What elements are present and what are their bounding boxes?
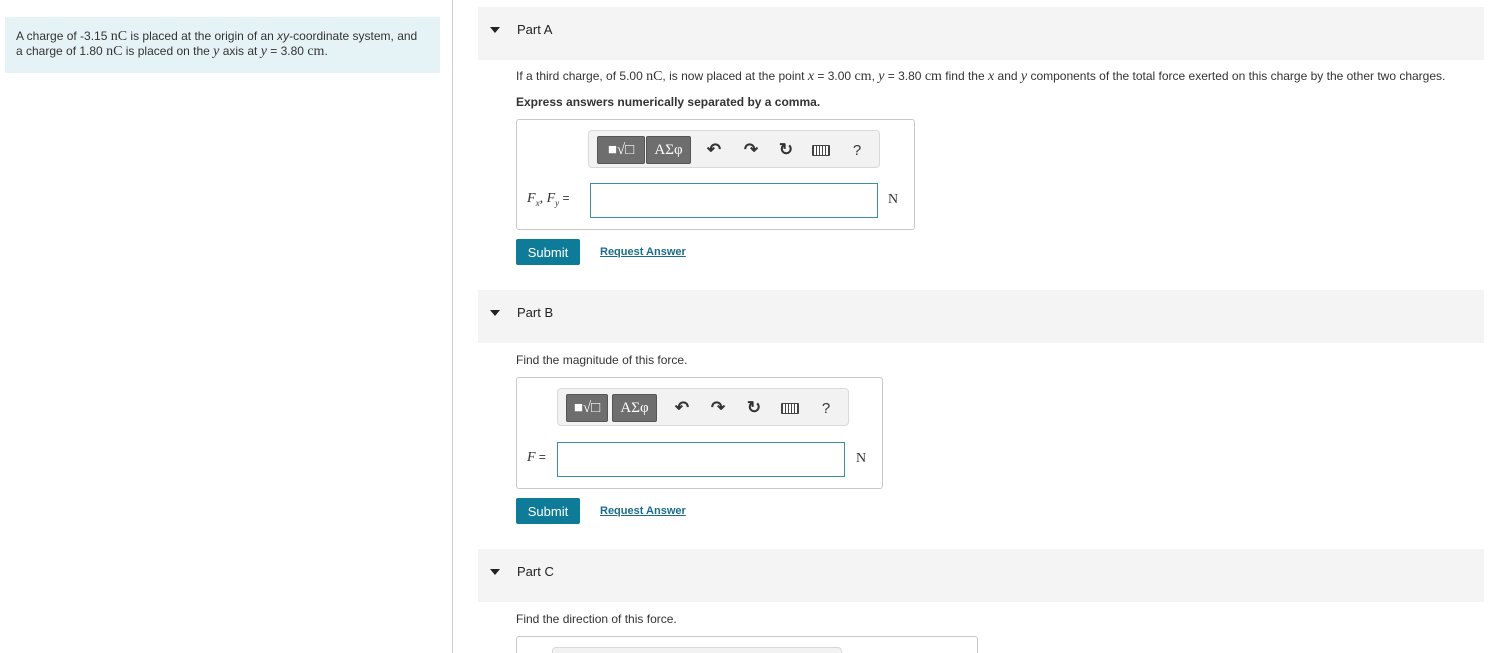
redo-icon[interactable]: ↷	[741, 140, 761, 160]
part-a-header[interactable]: Part A	[478, 7, 1484, 60]
keyboard-glyph	[812, 144, 830, 156]
unit-label: N	[888, 192, 899, 207]
part-c-header[interactable]: Part C	[478, 549, 1484, 602]
templates-button[interactable]: ■√□	[597, 136, 645, 164]
f-label: F =	[527, 450, 546, 465]
help-icon[interactable]: ?	[847, 140, 867, 160]
greek-symbols-button[interactable]: ΑΣφ	[646, 136, 691, 164]
undo-icon[interactable]: ↶	[672, 398, 692, 418]
redo-icon[interactable]: ↷	[708, 398, 728, 418]
templates-button[interactable]: ■√□	[566, 394, 608, 422]
part-a-title: Part A	[517, 22, 553, 37]
part-b-request-answer-link[interactable]: Request Answer	[600, 505, 686, 517]
part-c-prompt: Find the direction of this force.	[516, 612, 677, 626]
part-b-prompt: Find the magnitude of this force.	[516, 353, 688, 367]
collapse-triangle-icon[interactable]	[490, 569, 500, 575]
part-b-title: Part B	[517, 305, 554, 320]
unit-nc: nC	[106, 44, 123, 59]
part-b-header[interactable]: Part B	[478, 290, 1484, 343]
collapse-triangle-icon[interactable]	[490, 27, 500, 33]
problem-panel: A charge of -3.15 nC is placed at the or…	[0, 0, 453, 653]
undo-icon[interactable]: ↶	[704, 140, 724, 160]
part-a-submit-button[interactable]: Submit	[516, 239, 580, 265]
math-toolbar: ■√□ ΑΣφ ↶ ↷ ↻ ?	[557, 388, 849, 426]
reset-icon[interactable]: ↻	[776, 140, 796, 160]
problem-line-1: A charge of -3.15 nC is placed at the or…	[16, 29, 418, 44]
keyboard-icon[interactable]	[811, 140, 831, 160]
problem-statement: A charge of -3.15 nC is placed at the or…	[5, 17, 440, 73]
problem-line-2: a charge of 1.80 nC is placed on the y a…	[16, 44, 328, 59]
unit-cm: cm	[307, 44, 325, 59]
help-icon[interactable]: ?	[816, 398, 836, 418]
part-a-instruction: Express answers numerically separated by…	[516, 95, 821, 109]
unit-nc: nC	[110, 29, 128, 44]
collapse-triangle-icon[interactable]	[490, 310, 500, 316]
part-a-request-answer-link[interactable]: Request Answer	[600, 246, 686, 258]
greek-symbols-button[interactable]: ΑΣφ	[612, 394, 657, 422]
part-b-answer-box: ■√□ ΑΣφ ↶ ↷ ↻ ? F = N	[516, 377, 883, 489]
part-a-answer-box: ■√□ ΑΣφ ↶ ↷ ↻ ? Fx, Fy = N	[516, 119, 915, 230]
f-input[interactable]	[557, 442, 845, 477]
keyboard-glyph	[781, 402, 799, 414]
part-a-prompt: If a third charge, of 5.00 nC, is now pl…	[516, 69, 1446, 84]
unit-label: N	[856, 451, 867, 466]
fx-fy-label: Fx, Fy =	[527, 191, 570, 208]
reset-icon[interactable]: ↻	[744, 398, 764, 418]
keyboard-icon[interactable]	[780, 398, 800, 418]
math-toolbar	[552, 647, 842, 653]
math-toolbar: ■√□ ΑΣφ ↶ ↷ ↻ ?	[588, 130, 880, 168]
part-b-submit-button[interactable]: Submit	[516, 498, 580, 524]
fx-fy-input[interactable]	[590, 183, 878, 218]
part-c-title: Part C	[517, 564, 554, 579]
